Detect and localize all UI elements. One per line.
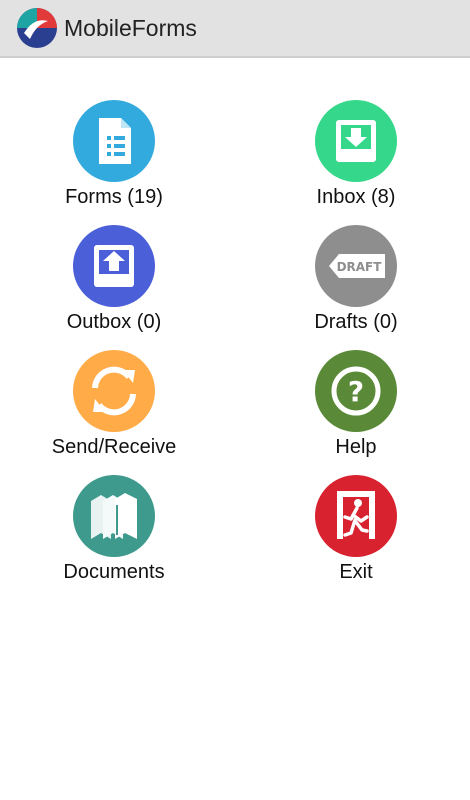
help-button[interactable]: ? Help [276,350,436,475]
outbox-icon [73,225,155,307]
outbox-label: Outbox (0) [66,311,162,333]
drafts-icon: DRAFT [315,225,397,307]
draft-badge: DRAFT [337,260,383,274]
forms-label: Forms (19) [65,186,163,208]
forms-button[interactable]: Forms (19) [34,100,194,225]
exit-label: Exit [339,561,373,583]
documents-label: Documents [63,561,165,583]
drafts-label: Drafts (0) [314,311,398,333]
inbox-icon [315,100,397,182]
send-receive-label: Send/Receive [51,436,177,458]
app-bar: MobileForms [0,0,470,58]
exit-button[interactable]: Exit [276,475,436,600]
help-icon: ? [315,350,397,432]
exit-icon [315,475,397,557]
documents-button[interactable]: Documents [34,475,194,600]
forms-icon [73,100,155,182]
inbox-button[interactable]: Inbox (8) [276,100,436,225]
inbox-label: Inbox (8) [316,186,396,208]
app-logo [17,8,57,48]
outbox-button[interactable]: Outbox (0) [34,225,194,350]
help-label: Help [335,436,377,458]
drafts-button[interactable]: DRAFT Drafts (0) [276,225,436,350]
svg-text:?: ? [348,375,364,408]
send-receive-button[interactable]: Send/Receive [34,350,194,475]
documents-icon [73,475,155,557]
sync-icon [73,350,155,432]
app-title: MobileForms [64,15,197,41]
